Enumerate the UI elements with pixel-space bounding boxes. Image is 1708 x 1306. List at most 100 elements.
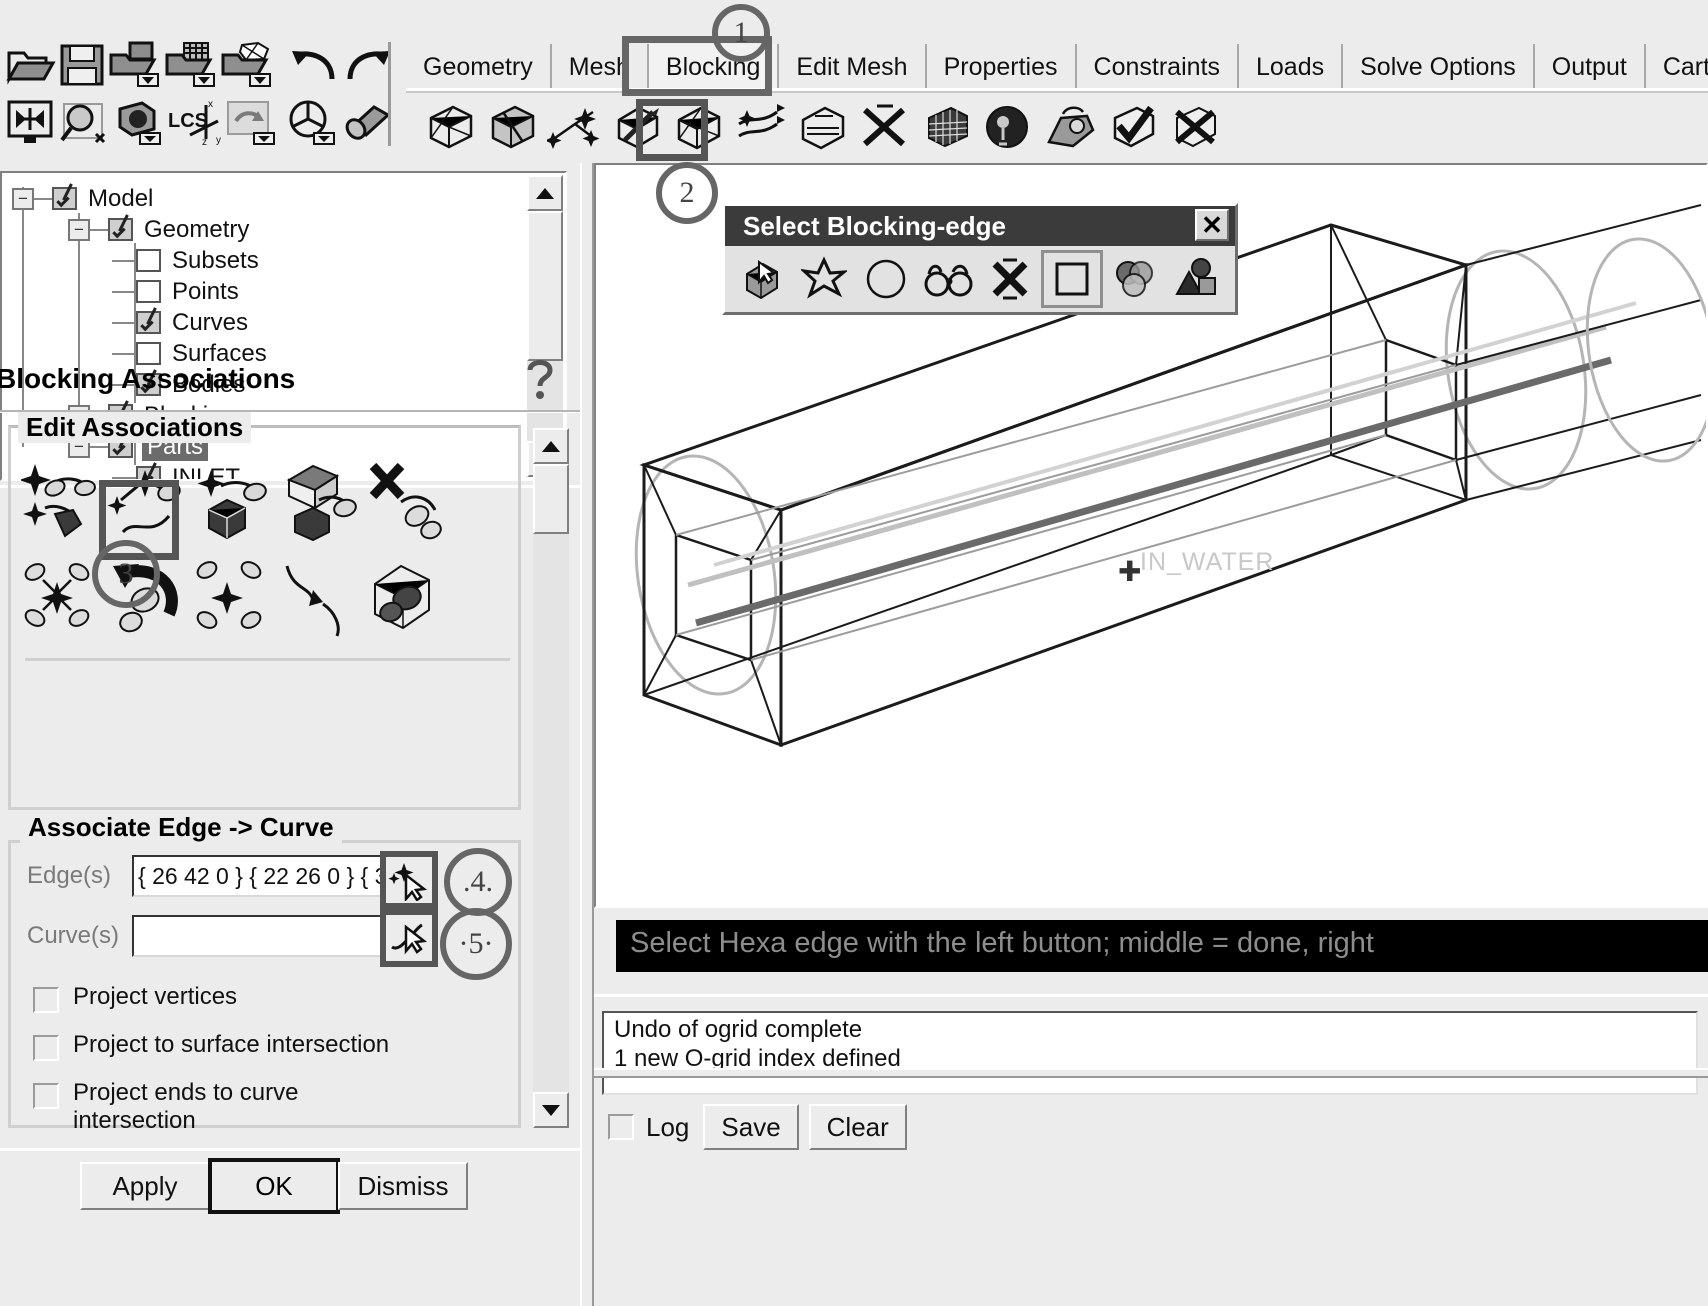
undo-icon[interactable] <box>288 38 340 92</box>
scrollbar-thumb[interactable] <box>527 211 563 361</box>
tree-checkbox[interactable] <box>52 187 77 210</box>
tab-properties[interactable]: Properties <box>926 44 1077 90</box>
tree-toggle[interactable]: − <box>12 187 34 210</box>
message-log[interactable]: Undo of ogrid complete 1 new O-grid inde… <box>602 1011 1698 1095</box>
tree-checkbox[interactable] <box>136 249 161 272</box>
fit-window-icon[interactable] <box>6 96 56 150</box>
save-log-button[interactable]: Save <box>703 1104 799 1150</box>
dialog-title: Select Blocking-edge <box>743 210 1006 241</box>
select-venn-icon[interactable] <box>1103 250 1165 308</box>
tree-connector <box>90 228 108 231</box>
premesh-params-icon[interactable] <box>916 96 978 158</box>
project-vertices-label: Project vertices <box>73 983 238 1010</box>
project-surface-checkbox[interactable] <box>33 1035 59 1061</box>
curves-input[interactable] <box>132 915 387 957</box>
save-geometry-icon[interactable] <box>108 38 162 92</box>
tab-constraints[interactable]: Constraints <box>1076 44 1239 90</box>
tree-node-points[interactable]: Points <box>2 276 525 307</box>
select-edges-cursor-icon[interactable] <box>380 851 438 909</box>
tree-node-model[interactable]: − Model <box>2 183 525 214</box>
tab-geometry[interactable]: Geometry <box>406 44 552 90</box>
tab-loads[interactable]: Loads <box>1238 44 1344 90</box>
tabs-container: Geometry Mesh Blocking Edit Mesh Propert… <box>406 38 1708 90</box>
view-cube-icon[interactable] <box>110 96 164 150</box>
select-box-icon[interactable] <box>1041 250 1103 308</box>
precheck-icon[interactable] <box>978 96 1040 158</box>
zoom-box-icon[interactable] <box>58 96 108 150</box>
group-edges-icon[interactable] <box>17 552 103 644</box>
project-vertices-row[interactable]: Project vertices <box>33 983 518 1013</box>
lcs-icon[interactable]: LCS x z y <box>166 96 222 150</box>
disassociate-from-geometry-icon[interactable] <box>361 454 447 546</box>
associate-vertex-to-point-icon[interactable] <box>17 454 103 546</box>
save-mesh-icon[interactable] <box>164 38 218 92</box>
split-block-icon[interactable] <box>482 96 544 158</box>
select-blocking-edge-dialog[interactable]: Select Blocking-edge ✕ <box>722 203 1238 315</box>
apply-button[interactable]: Apply <box>80 1162 210 1210</box>
tree-node-geometry[interactable]: − Geometry <box>2 214 525 245</box>
edges-input[interactable]: { 26 42 0 } { 22 26 0 } { 3 <box>132 855 387 897</box>
snap-project-vertices-icon[interactable] <box>275 552 361 644</box>
tree-toggle[interactable]: − <box>68 218 90 241</box>
part-name-label: IN_WATER <box>1140 548 1275 576</box>
update-associations-icon[interactable] <box>361 552 447 644</box>
panel-scrollbar-thumb[interactable] <box>533 464 569 534</box>
project-ends-row[interactable]: Project ends to curve intersection <box>33 1079 518 1135</box>
select-blocking-edge-icon[interactable] <box>731 250 793 308</box>
project-vertices-checkbox[interactable] <box>33 987 59 1013</box>
tree-node-label: Geometry <box>144 215 250 243</box>
panel-scroll-down-button[interactable] <box>533 1092 569 1128</box>
tree-checkbox[interactable] <box>108 218 133 241</box>
merge-vertices-icon[interactable] <box>544 96 606 158</box>
ok-button[interactable]: OK <box>208 1158 340 1214</box>
move-vertex-icon[interactable] <box>730 96 792 158</box>
status-message: Select Hexa edge with the left button; m… <box>630 927 1374 959</box>
vertical-splitter[interactable] <box>580 163 594 1306</box>
delete-block-icon[interactable] <box>854 96 916 158</box>
clear-log-button[interactable]: Clear <box>808 1104 907 1150</box>
save-file-icon[interactable] <box>58 38 106 92</box>
log-checkbox[interactable] <box>608 1114 634 1140</box>
associate-face-to-surface-icon[interactable] <box>189 454 275 546</box>
select-circle-icon[interactable] <box>855 250 917 308</box>
help-icon[interactable] <box>520 355 560 401</box>
create-block-icon[interactable] <box>420 96 482 158</box>
tab-solve-options[interactable]: Solve Options <box>1343 44 1535 90</box>
cylinder-view-icon[interactable] <box>340 96 394 150</box>
tree-checkbox[interactable] <box>136 280 161 303</box>
transform-block-icon[interactable] <box>792 96 854 158</box>
tab-output[interactable]: Output <box>1534 44 1646 90</box>
delete-blocking-icon[interactable] <box>1164 96 1226 158</box>
horizontal-splitter[interactable] <box>594 1068 1708 1078</box>
tab-edit-mesh[interactable]: Edit Mesh <box>779 44 927 90</box>
project-ends-checkbox[interactable] <box>33 1083 59 1109</box>
tree-node-subsets[interactable]: Subsets <box>2 245 525 276</box>
open-file-icon[interactable] <box>6 38 56 92</box>
check-blocks-icon[interactable] <box>1102 96 1164 158</box>
select-parts-icon[interactable] <box>1165 250 1227 308</box>
split-view-icon[interactable] <box>284 96 338 150</box>
scan-planes-icon[interactable] <box>1040 96 1102 158</box>
tree-node-curves[interactable]: Curves <box>2 307 525 338</box>
annotation-circle-1: 1 <box>712 4 770 62</box>
panel-scrollbar[interactable] <box>533 428 569 1128</box>
save-blocking-icon[interactable] <box>220 38 274 92</box>
tree-checkbox[interactable] <box>136 342 161 365</box>
select-glasses-icon[interactable] <box>917 250 979 308</box>
project-surface-row[interactable]: Project to surface intersection <box>33 1031 518 1061</box>
panel-scroll-up-button[interactable] <box>533 428 569 464</box>
tab-cart3d[interactable]: Cart3D <box>1645 44 1708 90</box>
cancel-selection-icon[interactable] <box>979 250 1041 308</box>
select-curves-cursor-icon[interactable] <box>380 909 438 967</box>
scroll-up-button[interactable] <box>527 175 563 211</box>
tree-checkbox[interactable] <box>136 311 161 334</box>
dismiss-button[interactable]: Dismiss <box>338 1162 468 1210</box>
associate-block-to-part-icon[interactable] <box>275 454 361 546</box>
redo-icon[interactable] <box>342 38 394 92</box>
module-tabs: Geometry Mesh Blocking Edit Mesh Propert… <box>406 38 1708 90</box>
close-icon[interactable]: ✕ <box>1195 209 1229 241</box>
ungroup-edges-icon[interactable] <box>189 552 275 644</box>
refresh-view-icon[interactable] <box>224 96 278 150</box>
annotation-circle-2: 2 <box>656 162 718 224</box>
select-all-appropriate-icon[interactable] <box>793 250 855 308</box>
